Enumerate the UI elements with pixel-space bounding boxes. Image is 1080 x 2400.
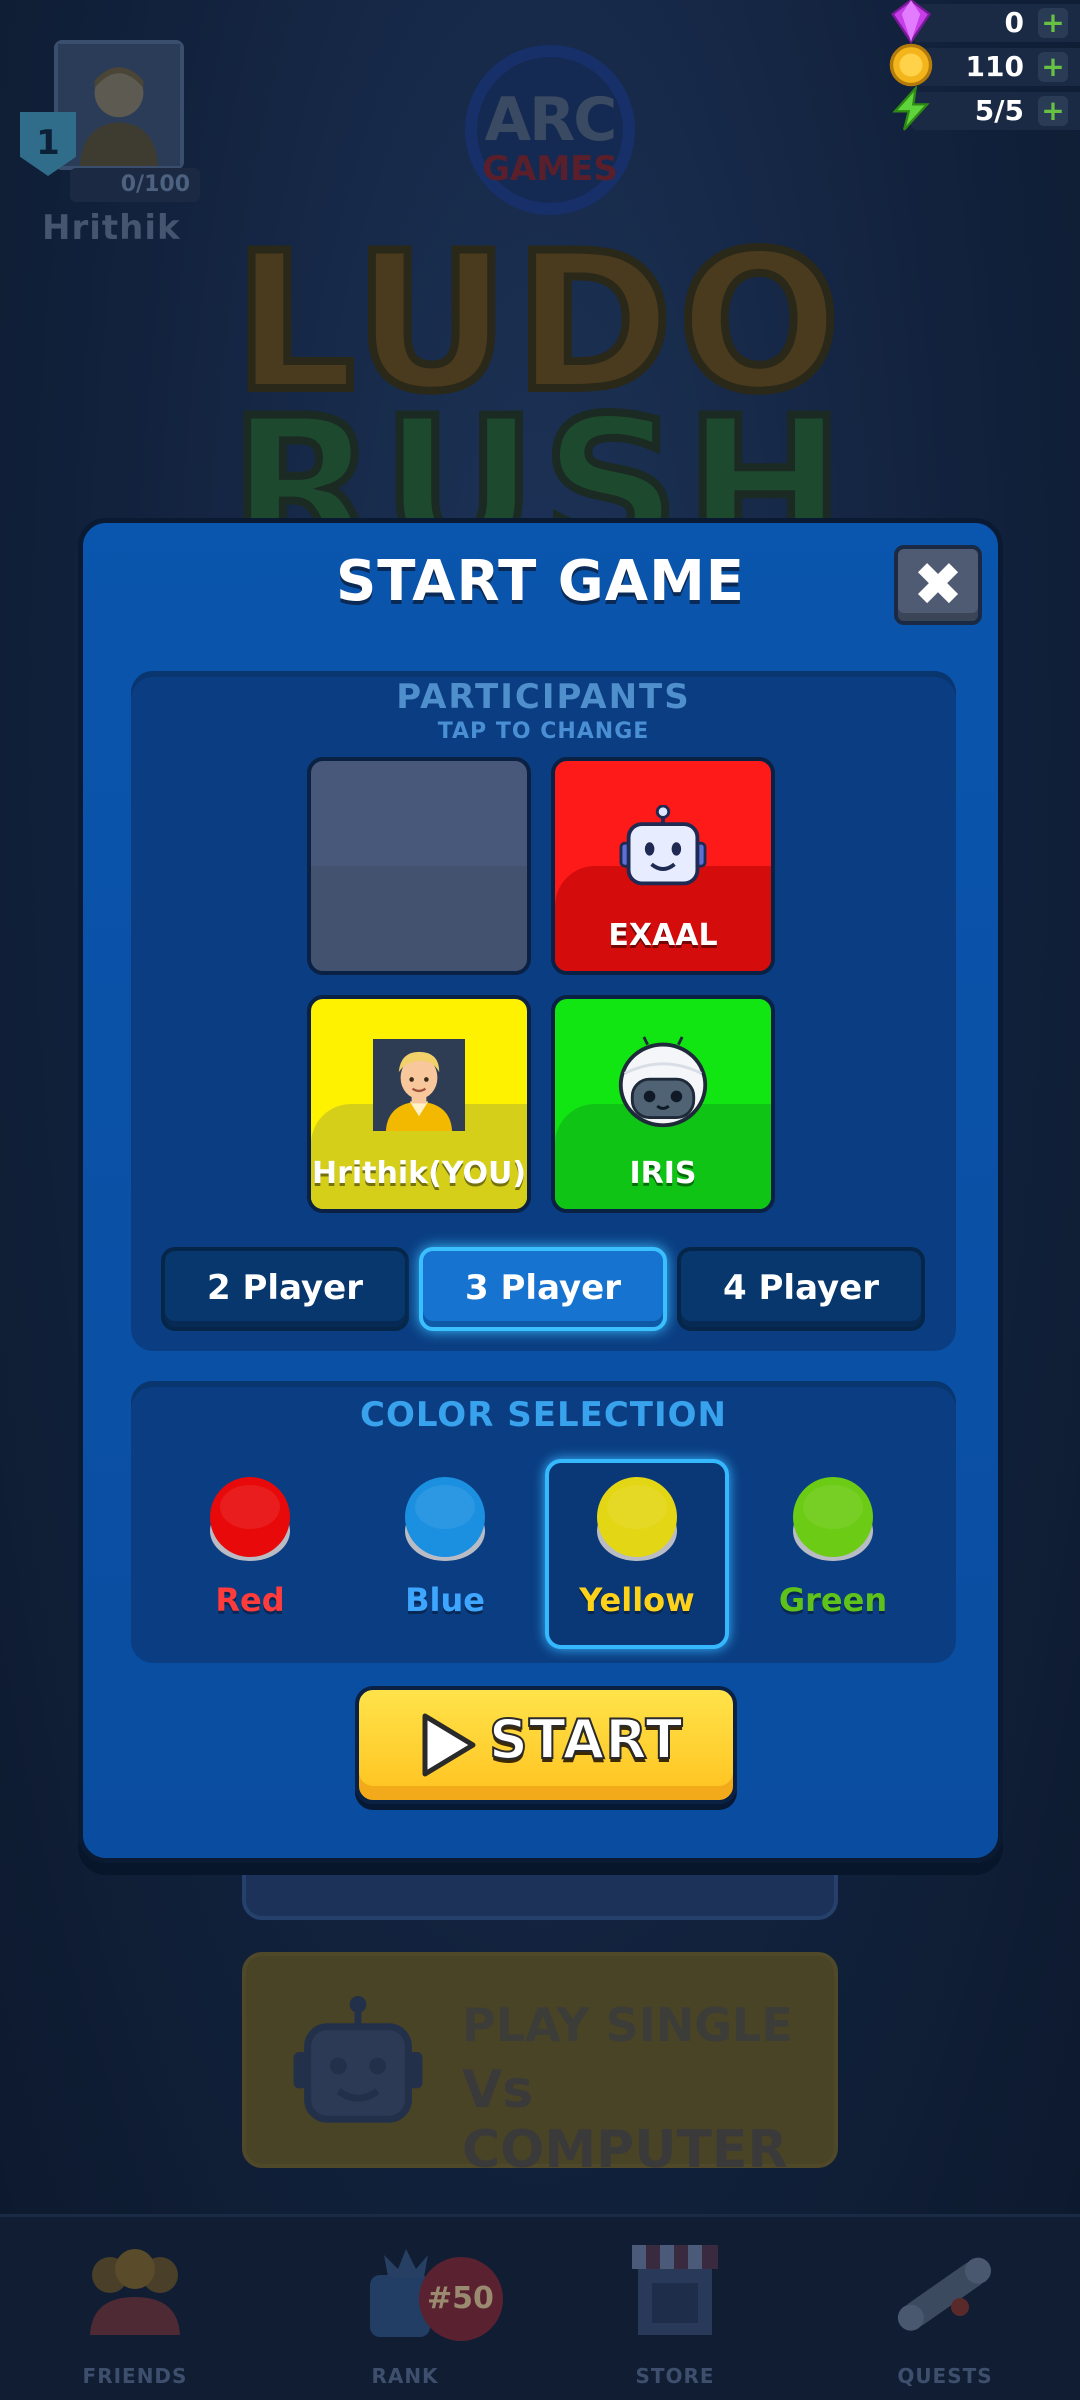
participant-name: Hrithik(YOU) xyxy=(311,1156,527,1191)
two-player-button[interactable]: 2 Player xyxy=(161,1247,409,1331)
xp-bar: 0/100 xyxy=(70,168,200,202)
arc-games-logo: ARC GAMES xyxy=(465,45,635,215)
participants-subtitle: TAP TO CHANGE xyxy=(437,719,650,744)
nav-friends-label: FRIENDS xyxy=(82,2364,188,2388)
color-name: Blue xyxy=(405,1581,485,1619)
store-icon xyxy=(632,2245,718,2335)
participant-slot-red[interactable]: EXAAL xyxy=(551,757,775,975)
yellow-token-icon xyxy=(597,1477,677,1561)
slot-shade xyxy=(311,866,527,971)
gem-counter[interactable]: 0 + xyxy=(891,0,1080,44)
participant-slot-yellow[interactable]: Hrithik(YOU) xyxy=(307,995,531,1213)
green-token-icon xyxy=(793,1477,873,1561)
logo-line-2: GAMES xyxy=(482,149,618,189)
nav-rank[interactable]: #50 RANK xyxy=(270,2217,540,2400)
logo-line-1: ARC xyxy=(484,85,618,155)
start-label: START xyxy=(488,1707,684,1772)
start-button[interactable]: START xyxy=(355,1686,737,1804)
add-energy-button[interactable]: + xyxy=(1038,96,1068,126)
user-avatar xyxy=(373,1039,465,1131)
gem-value: 0 xyxy=(1004,6,1024,39)
player-profile[interactable]: 1 0/100 Hrithik xyxy=(20,40,200,248)
participants-panel: PARTICIPANTS TAP TO CHANGE EXAAL Hrithik… xyxy=(131,671,956,1351)
close-button[interactable]: ✖ xyxy=(894,545,982,625)
coin-value: 110 xyxy=(965,50,1024,83)
color-selection-title: COLOR SELECTION xyxy=(360,1395,727,1435)
energy-icon xyxy=(892,86,930,131)
participant-slot-green[interactable]: IRIS xyxy=(551,995,775,1213)
nav-friends[interactable]: FRIENDS xyxy=(0,2217,270,2400)
color-option-yellow[interactable]: Yellow xyxy=(545,1459,729,1649)
robot-icon xyxy=(293,1996,423,2123)
coin-icon xyxy=(889,43,933,87)
participant-name: EXAAL xyxy=(608,918,718,953)
quests-icon xyxy=(897,2257,992,2331)
nav-quests[interactable]: QUESTS xyxy=(810,2217,1080,2400)
start-game-modal: START GAME ✖ PARTICIPANTS TAP TO CHANGE … xyxy=(78,518,1003,1863)
play-single-card[interactable]: PLAY SINGLE Vs COMPUTER xyxy=(242,1952,838,2180)
color-name: Red xyxy=(215,1581,285,1619)
coin-counter[interactable]: 110 + xyxy=(889,43,1080,87)
color-option-red[interactable]: Red xyxy=(158,1459,342,1649)
participants-title: PARTICIPANTS xyxy=(396,677,691,717)
add-coins-button[interactable]: + xyxy=(1038,52,1068,82)
single-line-1: PLAY SINGLE xyxy=(462,1998,793,2052)
color-option-blue[interactable]: Blue xyxy=(353,1459,537,1649)
color-option-green[interactable]: Green xyxy=(741,1459,925,1649)
energy-counter[interactable]: 5/5 + xyxy=(892,86,1080,131)
play-icon xyxy=(422,1713,476,1777)
participant-name: IRIS xyxy=(629,1156,697,1191)
robot-icon xyxy=(619,805,707,886)
close-icon: ✖ xyxy=(912,550,964,620)
color-name: Green xyxy=(778,1581,888,1619)
color-name: Yellow xyxy=(579,1581,695,1619)
add-gems-button[interactable]: + xyxy=(1038,8,1068,38)
modal-title: START GAME xyxy=(335,549,746,614)
astronaut-bot-icon xyxy=(618,1036,708,1128)
rank-badge: #50 xyxy=(418,2257,503,2341)
color-selection-panel: COLOR SELECTION Red Blue Yellow Green xyxy=(131,1381,956,1663)
four-player-button[interactable]: 4 Player xyxy=(677,1247,925,1331)
single-line-2: Vs COMPUTER xyxy=(462,2060,788,2180)
three-player-button[interactable]: 3 Player xyxy=(419,1247,667,1331)
nav-quests-label: QUESTS xyxy=(897,2364,993,2388)
red-token-icon xyxy=(210,1477,290,1561)
gem-icon xyxy=(891,0,931,44)
energy-value: 5/5 xyxy=(974,94,1024,127)
blue-token-icon xyxy=(405,1477,485,1561)
nav-store[interactable]: STORE xyxy=(540,2217,810,2400)
friends-icon xyxy=(90,2249,180,2335)
bottom-nav: FRIENDS #50 RANK STORE QUESTS xyxy=(0,2214,1080,2400)
participant-slot-empty[interactable] xyxy=(307,757,531,975)
nav-rank-label: RANK xyxy=(371,2364,439,2388)
nav-store-label: STORE xyxy=(635,2364,715,2388)
